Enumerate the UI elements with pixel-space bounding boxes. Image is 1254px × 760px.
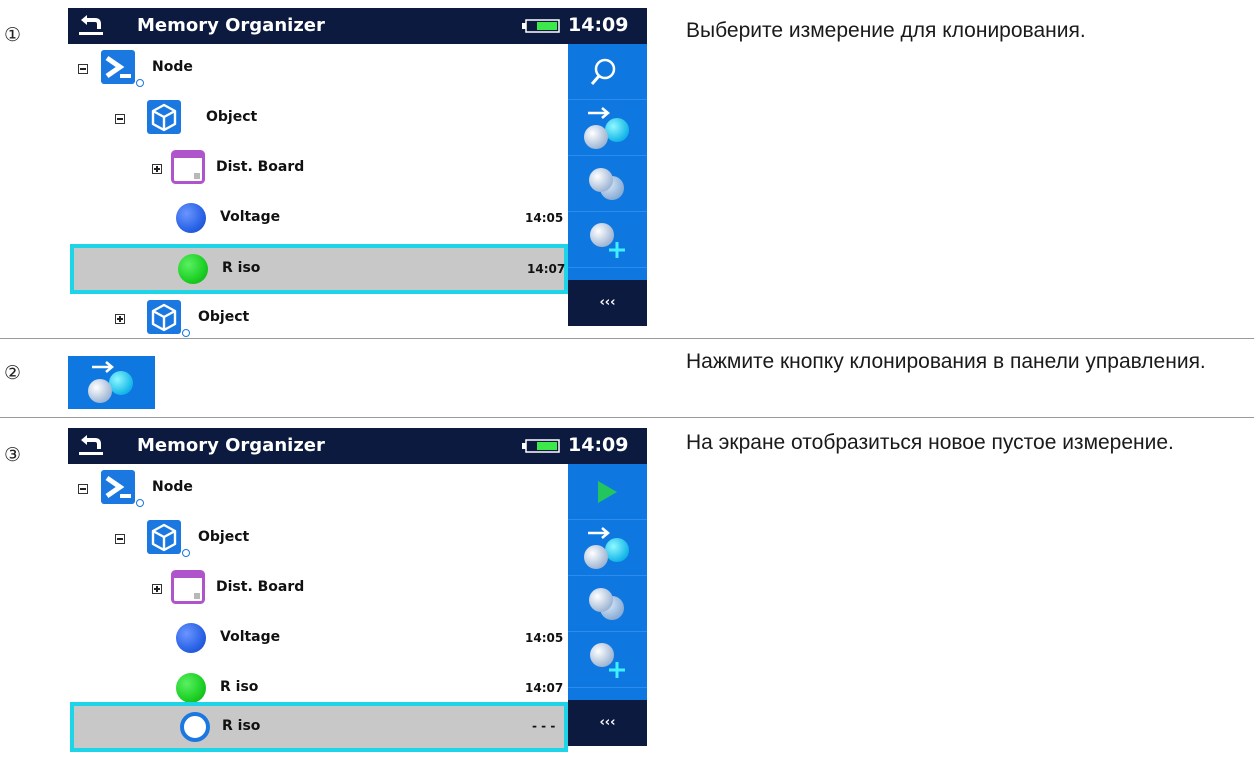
measurement-time: 14:07: [525, 681, 564, 695]
measurement-time: 14:07: [527, 262, 566, 276]
tree-row-node[interactable]: Node: [68, 44, 568, 94]
add-measurement-button[interactable]: [568, 632, 647, 688]
tree-label: Object: [206, 109, 258, 125]
step-number: ①: [4, 24, 22, 46]
instruction-text: Выберите измерение для клонирования.: [686, 19, 1086, 42]
expand-toggle[interactable]: [152, 164, 162, 174]
step-number: ②: [4, 362, 22, 384]
hint-dot: [136, 499, 144, 507]
tree-row-object[interactable]: Object: [68, 514, 568, 564]
measurement-riso-icon: [178, 254, 208, 284]
dist-board-icon: [171, 570, 205, 604]
tree-row-voltage[interactable]: Voltage 14:05: [68, 614, 568, 664]
divider: [0, 417, 1254, 418]
tree-row-riso-selected[interactable]: R iso 14:07: [70, 244, 568, 294]
page-title: Memory Organizer: [137, 15, 325, 36]
device-screen: Memory Organizer 14:09 Node Object Dist.…: [68, 8, 647, 337]
collapse-toggle[interactable]: [115, 114, 125, 124]
clone-button[interactable]: [568, 100, 647, 156]
measurement-voltage-icon: [176, 203, 206, 233]
control-panel: ‹‹‹: [568, 44, 647, 326]
more-options-button[interactable]: ‹‹‹: [568, 280, 647, 326]
step-2: ② Нажмите кнопку клонирования в панели у…: [0, 340, 1254, 416]
copy-measurement-icon: [589, 588, 624, 620]
step-3: ③ Memory Organizer 14:09 Node Object Dis…: [0, 420, 1254, 760]
object-icon: [147, 520, 181, 554]
play-icon: [598, 481, 617, 503]
tree-row-voltage[interactable]: Voltage 14:05: [68, 194, 568, 244]
step-number: ③: [4, 444, 22, 466]
clock: 14:09: [568, 14, 629, 36]
battery-icon: [522, 19, 560, 33]
expand-toggle[interactable]: [115, 314, 125, 324]
tree-label: Object: [198, 309, 250, 325]
object-icon: [147, 300, 181, 334]
expand-toggle[interactable]: [152, 584, 162, 594]
copy-measurement-button[interactable]: [568, 156, 647, 212]
tree-row-riso-new-selected[interactable]: R iso - - -: [70, 702, 568, 752]
divider: [0, 338, 1254, 339]
tree-row-dist-board[interactable]: Dist. Board: [68, 564, 568, 614]
tree-view: Node Object Dist. Board Voltage 14:05 R …: [68, 464, 568, 752]
tree-row-object-2[interactable]: Object: [68, 294, 568, 344]
measurement-voltage-icon: [176, 623, 206, 653]
add-measurement-icon: [590, 643, 625, 678]
clone-icon: [584, 527, 629, 569]
copy-measurement-icon: [589, 168, 624, 200]
search-button[interactable]: [568, 44, 647, 100]
clone-icon: [88, 361, 133, 403]
header-bar: Memory Organizer 14:09: [68, 428, 647, 464]
page-title: Memory Organizer: [137, 435, 325, 456]
clone-icon: [584, 107, 629, 149]
clock: 14:09: [568, 434, 629, 456]
device-screen: Memory Organizer 14:09 Node Object Dist.…: [68, 428, 647, 752]
collapse-toggle[interactable]: [78, 64, 88, 74]
hint-dot: [182, 329, 190, 337]
add-measurement-button[interactable]: [568, 212, 647, 268]
search-icon: [590, 58, 616, 85]
collapse-toggle[interactable]: [78, 484, 88, 494]
tree-label: Node: [152, 479, 193, 495]
add-measurement-icon: [590, 223, 625, 258]
node-icon: [101, 470, 135, 504]
instruction-text: На экране отобразиться новое пустое изме…: [686, 431, 1174, 454]
tree-row-dist-board[interactable]: Dist. Board: [68, 144, 568, 194]
control-panel: ‹‹‹: [568, 464, 647, 746]
tree-view: Node Object Dist. Board Voltage 14:05 R …: [68, 44, 568, 337]
step-1: ① Memory Organizer 14:09 Node Object Dis…: [0, 0, 1254, 337]
tree-label: Dist. Board: [216, 579, 305, 595]
object-icon: [147, 100, 181, 134]
measurement-riso-icon: [176, 673, 206, 703]
tree-label: R iso: [220, 679, 259, 695]
hint-dot: [136, 79, 144, 87]
dist-board-icon: [171, 150, 205, 184]
tree-label: Voltage: [220, 209, 281, 225]
copy-measurement-button[interactable]: [568, 576, 647, 632]
more-options-button[interactable]: ‹‹‹: [568, 700, 647, 746]
run-test-button[interactable]: [568, 464, 647, 520]
instruction-text: Нажмите кнопку клонирования в панели упр…: [686, 350, 1206, 373]
back-arrow-icon[interactable]: [76, 11, 106, 39]
battery-icon: [522, 439, 560, 453]
tree-row-object[interactable]: Object: [68, 94, 568, 144]
header-bar: Memory Organizer 14:09: [68, 8, 647, 44]
measurement-time: - - -: [532, 719, 556, 733]
tree-label: R iso: [222, 260, 261, 276]
clone-button[interactable]: [568, 520, 647, 576]
tree-row-node[interactable]: Node: [68, 464, 568, 514]
hint-dot: [182, 549, 190, 557]
tree-label: Voltage: [220, 629, 281, 645]
tree-label: R iso: [222, 718, 261, 734]
empty-measurement-icon: [180, 712, 210, 742]
clone-button-illustration: [68, 356, 155, 409]
collapse-toggle[interactable]: [115, 534, 125, 544]
measurement-time: 14:05: [525, 631, 564, 645]
node-icon: [101, 50, 135, 84]
tree-label: Object: [198, 529, 250, 545]
measurement-time: 14:05: [525, 211, 564, 225]
tree-label: Dist. Board: [216, 159, 305, 175]
back-arrow-icon[interactable]: [76, 431, 106, 459]
tree-label: Node: [152, 59, 193, 75]
